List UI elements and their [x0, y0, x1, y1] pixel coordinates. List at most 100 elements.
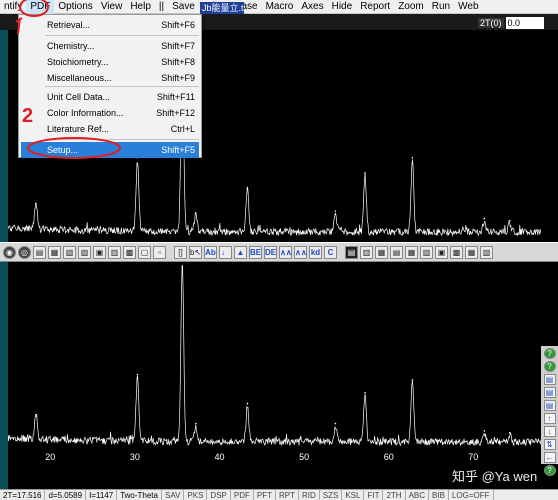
menu-run[interactable]: Run — [428, 0, 454, 14]
status-cell[interactable]: DSP — [207, 489, 231, 500]
toolbar-button[interactable]: ▢ — [138, 245, 151, 259]
menu-item-shortcut: Shift+F5 — [161, 145, 195, 155]
status-cell[interactable]: PFT — [254, 489, 276, 500]
status-cell[interactable]: RID — [299, 489, 320, 500]
toolbar-button[interactable]: ▩ — [123, 245, 136, 259]
status-cell: Two-Theta — [117, 489, 162, 500]
menu-item-unitcelldata[interactable]: Unit Cell Data... Shift+F11 — [21, 89, 199, 105]
x-tick-label: 50 — [299, 452, 310, 462]
status-cell[interactable]: 2TH — [383, 489, 406, 500]
x-tick-label: 40 — [214, 452, 225, 462]
menu-pdf[interactable]: PDF — [26, 0, 55, 14]
window-title[interactable]: Jb能量立.txt] — [200, 2, 244, 14]
toolbar-button[interactable]: ◎ — [18, 245, 31, 259]
status-cell: d=5.0589 — [45, 489, 87, 500]
menu-options[interactable]: Options — [54, 0, 96, 14]
menu-axes[interactable]: Axes — [297, 0, 327, 14]
menu-item-retrieval[interactable]: Retrieval... Shift+F6 — [21, 17, 199, 33]
status-cell[interactable]: BIB — [429, 489, 449, 500]
toolbar-button[interactable]: kd — [309, 245, 322, 259]
side-toolbar: ?? ▤ ▤ ▤ ↑ ↓ ⇅ ←? — [541, 346, 558, 476]
peak-marker — [35, 202, 37, 205]
menu-item-label: Chemistry... — [47, 41, 95, 51]
peak-marker — [411, 379, 414, 381]
status-cell[interactable]: SAV — [162, 489, 185, 500]
side-tool-button[interactable]: ? — [543, 348, 556, 359]
toolbar-button[interactable]: ▫ — [153, 245, 166, 259]
status-cell[interactable]: LOG=OFF — [449, 489, 494, 500]
toolbar-button[interactable]: ▨ — [78, 245, 91, 259]
toolbar-button[interactable]: ▣ — [93, 245, 106, 259]
peak-marker — [334, 210, 337, 212]
menu-item-stoichiometry[interactable]: Stoichiometry... Shift+F8 — [21, 54, 199, 70]
menu-macro[interactable]: Macro — [262, 0, 298, 14]
menu-hide[interactable]: Hide — [328, 0, 357, 14]
menu-ntify[interactable]: ntify — [0, 0, 26, 14]
status-cell[interactable]: SZS — [320, 489, 343, 500]
menu-item-miscellaneous[interactable]: Miscellaneous... Shift+F9 — [21, 70, 199, 86]
menu-view[interactable]: View — [97, 0, 127, 14]
side-tool-button[interactable]: ▤ — [543, 387, 556, 398]
toolbar-button[interactable]: ▦ — [48, 245, 61, 259]
toolbar-button[interactable]: ∧∧ — [279, 245, 292, 259]
side-tool-button[interactable]: ▤ — [543, 400, 556, 411]
toolbar-button[interactable]: DE — [264, 245, 277, 259]
side-tool-button[interactable]: ▤ — [543, 374, 556, 385]
toolbar-button[interactable]: ▤ — [390, 245, 403, 259]
toolbar-button[interactable]: ▦ — [465, 245, 478, 259]
side-tool-button[interactable]: ? — [543, 465, 556, 476]
menu-item-chemistry[interactable]: Chemistry... Shift+F7 — [21, 38, 199, 54]
toolbar-button[interactable]: ♩ — [219, 245, 232, 259]
toolbar-button[interactable]: ▧ — [480, 245, 493, 259]
x-tick-label: 60 — [383, 452, 394, 462]
toolbar-button[interactable]: ◉ — [3, 245, 16, 259]
side-tool-button[interactable]: ← — [543, 452, 556, 463]
toolbar-button[interactable]: ▦ — [375, 245, 388, 259]
menu-item-setup[interactable]: Setup... Shift+F5 — [21, 142, 199, 158]
menu-help[interactable]: Help — [126, 0, 155, 14]
status-cell[interactable]: ABC — [406, 489, 430, 500]
status-cell[interactable]: PDF — [231, 489, 254, 500]
lower-plot-pane[interactable] — [8, 262, 541, 452]
toolbar-button[interactable]: ▧ — [420, 245, 433, 259]
peak-marker — [483, 217, 486, 220]
side-tool-button[interactable]: ? — [543, 361, 556, 372]
toolbar-button[interactable]: Ab — [204, 245, 217, 259]
toolbar-button[interactable]: ▥ — [108, 245, 121, 259]
status-cell[interactable]: RPT — [276, 489, 299, 500]
status-cell: 2T=17.516 — [0, 489, 46, 500]
toolbar-button[interactable]: [] — [174, 245, 187, 259]
status-cell[interactable]: FIT — [364, 489, 384, 500]
toolbar-button[interactable]: ▦ — [405, 245, 418, 259]
toolbar-button[interactable]: ▩ — [450, 245, 463, 259]
menu-web[interactable]: Web — [454, 0, 482, 14]
menu-save[interactable]: Save — [168, 0, 199, 14]
menu-item-shortcut: Shift+F12 — [156, 108, 195, 118]
two-theta-box: 2T(0) 0.0 — [478, 16, 544, 29]
toolbar-button[interactable]: b↖ — [189, 245, 202, 259]
two-theta-input[interactable]: 0.0 — [505, 16, 544, 29]
status-cell: I=1147 — [86, 489, 118, 500]
status-cell[interactable]: KSL — [342, 489, 365, 500]
side-tool-button[interactable]: ↑ — [543, 413, 556, 424]
toolbar-button[interactable]: ▥ — [360, 245, 373, 259]
x-tick-label: 20 — [45, 452, 56, 462]
toolbar-button[interactable]: ▣ — [435, 245, 448, 259]
menu-zoom[interactable]: Zoom — [394, 0, 428, 14]
x-tick-label: 30 — [129, 452, 140, 462]
toolbar-button[interactable]: ▤ — [345, 245, 358, 259]
toolbar-button[interactable]: ▧ — [63, 245, 76, 259]
toolbar-button[interactable]: ∧∧ — [294, 245, 307, 259]
menu-item-shortcut: Shift+F7 — [161, 41, 195, 51]
menu-report[interactable]: Report — [356, 0, 394, 14]
menu-item-literatureref[interactable]: Literature Ref... Ctrl+L — [21, 121, 199, 137]
toolbar-button[interactable]: ▤ — [33, 245, 46, 259]
side-tool-button[interactable]: ⇅ — [543, 439, 556, 450]
side-tool-button[interactable]: ↓ — [543, 426, 556, 437]
toolbar-button[interactable]: BE — [249, 245, 262, 259]
status-cell[interactable]: PKS — [184, 489, 208, 500]
toolbar-button[interactable]: ▲ — [234, 245, 247, 259]
toolbar-button[interactable]: C — [324, 245, 337, 259]
peak-marker — [35, 413, 37, 416]
menu-item-colorinformation[interactable]: Color Information... Shift+F12 — [21, 105, 199, 121]
